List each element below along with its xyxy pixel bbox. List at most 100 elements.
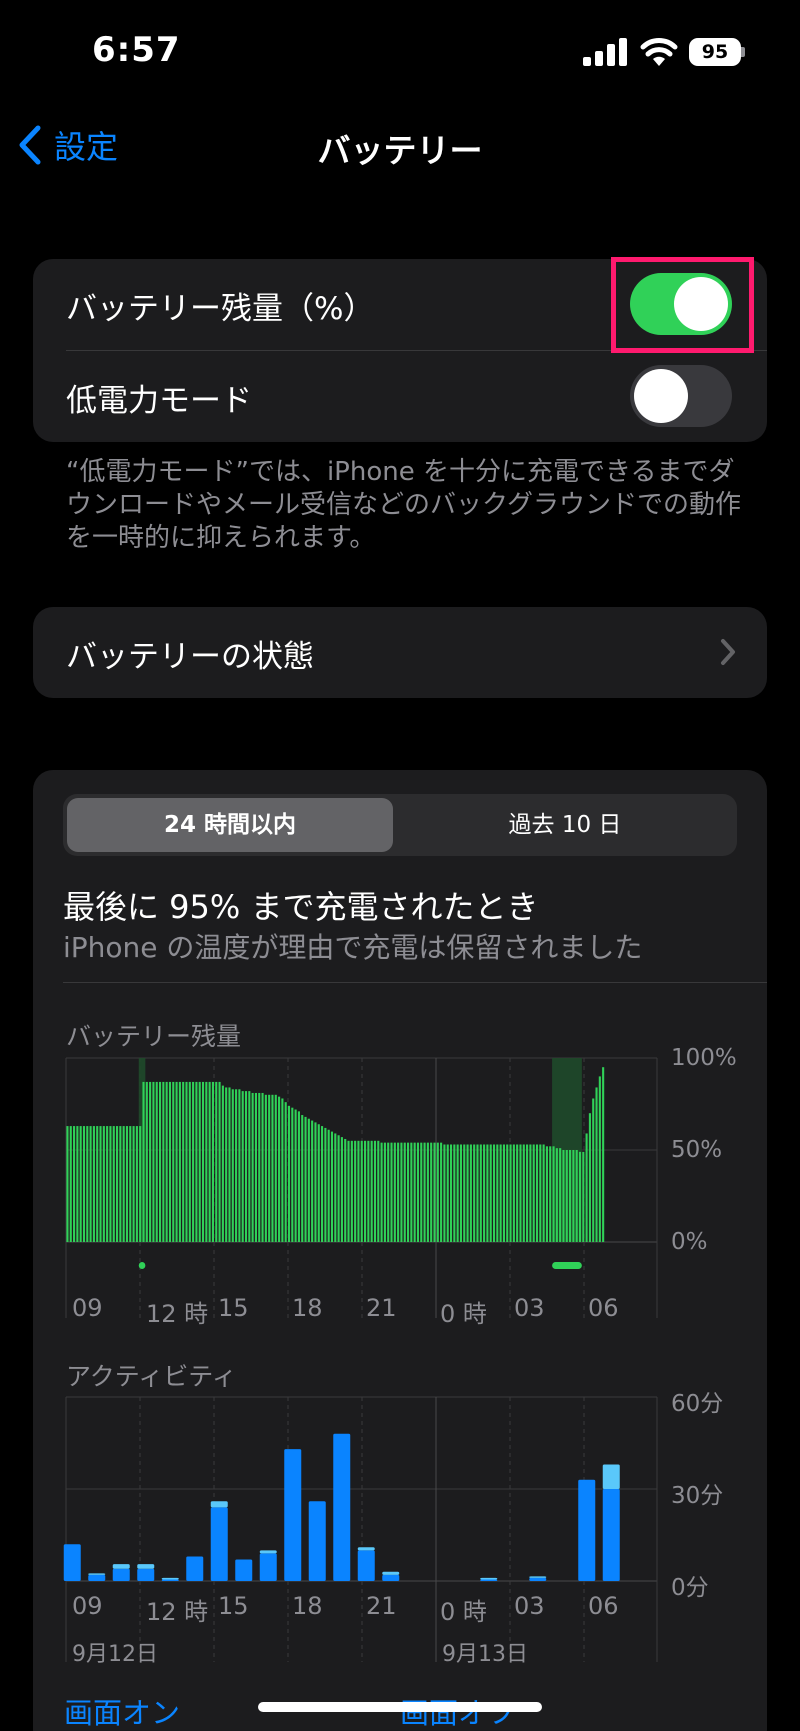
battery-bar	[479, 1144, 482, 1242]
battery-bar	[426, 1142, 429, 1242]
battery-bar	[354, 1140, 357, 1242]
battery-bar	[119, 1126, 122, 1242]
battery-bar	[529, 1144, 532, 1242]
battery-bar	[337, 1135, 340, 1242]
battery-bar	[387, 1142, 390, 1242]
battery-bar	[430, 1142, 433, 1242]
battery-bar	[347, 1140, 350, 1242]
battery-bar	[66, 1126, 69, 1242]
battery-bar	[535, 1144, 539, 1242]
battery-bar	[278, 1096, 281, 1242]
battery-bar	[301, 1115, 304, 1242]
battery-bar	[552, 1146, 555, 1242]
battery-bar	[79, 1126, 82, 1242]
battery-bar	[116, 1126, 119, 1242]
activity-bar-screen-off	[382, 1571, 400, 1575]
battery-bar	[545, 1146, 548, 1242]
battery-bar	[499, 1144, 502, 1242]
battery-bar	[469, 1144, 472, 1242]
activity-bar-screen-off	[480, 1577, 498, 1580]
battery-bar	[572, 1150, 575, 1242]
activity-bar-screen-on	[529, 1577, 547, 1581]
battery-bar	[99, 1126, 102, 1242]
battery-x-tick: 15	[218, 1294, 249, 1322]
battery-bar	[423, 1142, 426, 1242]
battery-bar	[76, 1126, 79, 1242]
battery-bar	[152, 1081, 155, 1242]
battery-bar	[218, 1081, 221, 1242]
battery-bar	[158, 1081, 162, 1242]
battery-bar	[476, 1144, 479, 1242]
battery-bar	[244, 1091, 248, 1242]
battery-bar	[261, 1092, 264, 1242]
battery-bar	[473, 1144, 476, 1242]
battery-bar	[109, 1126, 112, 1242]
battery-bar	[340, 1137, 343, 1242]
battery-y-tick-0: 0%	[671, 1229, 708, 1255]
battery-bar	[192, 1081, 195, 1242]
battery-bar	[377, 1140, 380, 1242]
battery-bar	[459, 1144, 463, 1242]
battery-bar	[357, 1140, 360, 1242]
activity-bar-screen-off	[529, 1576, 547, 1578]
battery-bar	[344, 1138, 347, 1242]
legend-screen-on: 画面オン	[64, 1696, 181, 1730]
battery-y-tick-100: 100%	[671, 1045, 737, 1071]
battery-bar	[380, 1142, 383, 1242]
battery-bar	[284, 1102, 287, 1242]
battery-bar	[142, 1081, 145, 1242]
battery-bar	[324, 1127, 327, 1242]
battery-bar	[149, 1081, 152, 1242]
battery-bar	[383, 1142, 386, 1242]
battery-bar	[69, 1126, 72, 1242]
battery-bar	[291, 1107, 294, 1242]
battery-x-tick: 18	[292, 1294, 323, 1322]
battery-x-tick: 0 時	[440, 1300, 487, 1328]
home-indicator	[258, 1702, 542, 1712]
battery-bar	[502, 1144, 505, 1242]
battery-bar	[489, 1144, 492, 1242]
battery-x-tick: 09	[72, 1294, 103, 1322]
activity-bar-screen-on	[357, 1550, 375, 1581]
battery-bar	[516, 1144, 519, 1242]
battery-bar	[506, 1144, 509, 1242]
battery-bar	[397, 1142, 400, 1242]
activity-x-tick: 21	[366, 1592, 397, 1620]
battery-bar	[592, 1098, 595, 1242]
battery-bar	[522, 1144, 525, 1242]
battery-bar	[248, 1091, 251, 1242]
battery-bar	[96, 1126, 99, 1242]
battery-bar	[314, 1122, 317, 1242]
battery-bar	[251, 1092, 254, 1242]
activity-bar-screen-on	[333, 1433, 351, 1581]
activity-bar-screen-on	[137, 1568, 155, 1581]
activity-bar-screen-on	[63, 1544, 81, 1581]
battery-bar	[125, 1126, 129, 1242]
battery-bar	[585, 1133, 588, 1242]
activity-bar-screen-on	[210, 1507, 228, 1581]
activity-bar-screen-off	[357, 1547, 375, 1551]
activity-bar-screen-off	[137, 1564, 155, 1569]
battery-bar	[549, 1146, 552, 1242]
battery-x-tick: 12 時	[146, 1300, 209, 1328]
activity-bar-screen-on	[480, 1579, 498, 1581]
activity-x-tick: 03	[514, 1592, 545, 1620]
battery-bar	[532, 1144, 535, 1242]
battery-bar	[602, 1067, 605, 1242]
battery-bar	[211, 1081, 215, 1242]
activity-bar-screen-off	[88, 1573, 106, 1575]
battery-bar	[519, 1144, 522, 1242]
battery-bar	[294, 1109, 297, 1242]
date-label-day2: 9月13日	[442, 1642, 528, 1667]
battery-bar	[281, 1098, 284, 1242]
battery-bar	[311, 1120, 314, 1242]
battery-bar	[235, 1089, 238, 1242]
battery-bar	[562, 1150, 565, 1242]
battery-bar	[360, 1140, 363, 1242]
activity-bar-screen-on	[308, 1501, 326, 1581]
battery-bar	[264, 1094, 267, 1242]
battery-bar	[274, 1094, 277, 1242]
battery-bar	[92, 1126, 95, 1242]
battery-bar	[410, 1142, 413, 1242]
activity-x-tick: 09	[72, 1592, 103, 1620]
